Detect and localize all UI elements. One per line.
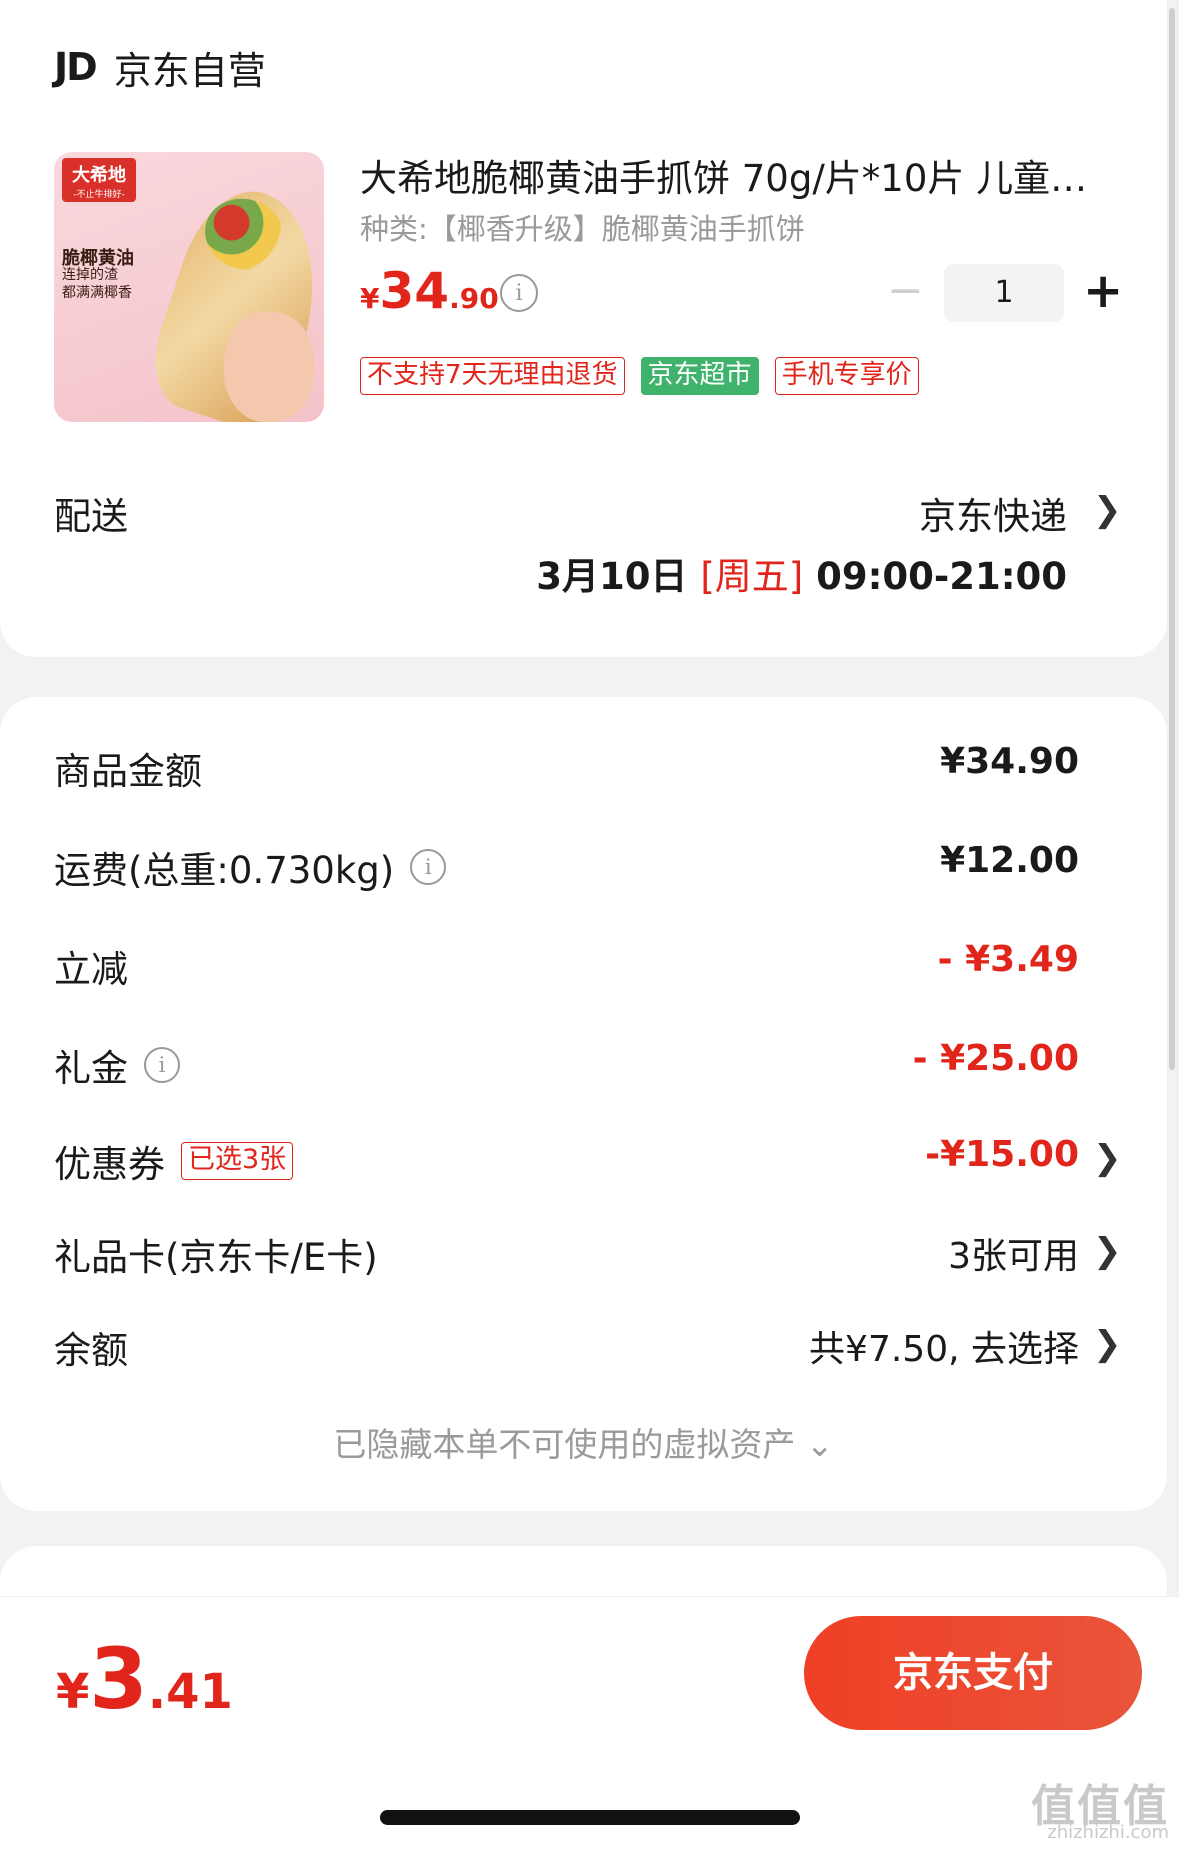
freight-row: 运费(总重:0.730kg) i ¥12.00	[54, 840, 1179, 900]
discount-row: 立减 - ¥3.49	[54, 939, 1179, 999]
shipping-label: 配送	[54, 495, 128, 538]
hidden-assets-toggle[interactable]: 已隐藏本单不可使用的虚拟资产 ⌄	[0, 1418, 1167, 1466]
image-caption-text: 连掉的渣 都满满椰香	[62, 266, 132, 302]
product-variant[interactable]: 种类:【椰香升级】脆椰黄油手抓饼	[360, 206, 805, 248]
gift-card-chevron-icon[interactable]: ❯	[1093, 1231, 1122, 1271]
image-caption-line2: 都满满椰香	[62, 285, 132, 301]
freight-value: ¥12.00	[940, 840, 1079, 881]
gift-money-label-wrap: 礼金 i	[54, 1038, 180, 1092]
home-indicator[interactable]	[380, 1810, 800, 1825]
gift-money-value: - ¥25.00	[912, 1038, 1079, 1079]
gift-money-info-icon[interactable]: i	[144, 1047, 180, 1083]
image-caption-line1: 连掉的渣	[62, 267, 118, 283]
quantity-increase-button[interactable]: +	[1083, 262, 1123, 322]
shipping-time-range: 09:00-21:00	[816, 555, 1067, 598]
product-image[interactable]: 大希地 -不止牛排好- 脆椰黄油 连掉的渣 都满满椰香	[54, 152, 324, 422]
gift-card-label: 礼品卡(京东卡/E卡)	[54, 1236, 378, 1279]
shipping-time[interactable]: 3月10日 [周五] 09:00-21:00	[536, 546, 1067, 600]
jd-supermarket-tag: 京东超市	[640, 357, 759, 395]
jd-logo: JD	[54, 45, 98, 89]
hand-illustration	[224, 312, 314, 422]
price-integer: 34	[379, 262, 450, 320]
jd-pay-button[interactable]: 京东支付	[804, 1616, 1142, 1730]
gift-card-row[interactable]: 礼品卡(京东卡/E卡) 3张可用 ❯	[54, 1227, 1179, 1287]
watermark-url: zhizhizhi.com	[1047, 1822, 1169, 1843]
quantity-field[interactable]: 1	[944, 264, 1064, 322]
shipping-date: 3月10日	[536, 555, 688, 598]
balance-value: 共¥7.50, 去选择	[809, 1329, 1079, 1370]
shipping-method[interactable]: 京东快递	[919, 486, 1067, 540]
balance-row[interactable]: 余额 共¥7.50, 去选择 ❯	[54, 1320, 1179, 1380]
no-return-tag: 不支持7天无理由退货	[360, 357, 625, 395]
coupon-chosen-badge: 已选3张	[181, 1142, 294, 1180]
coupon-row[interactable]: 优惠券 已选3张 -¥15.00 ❯	[54, 1134, 1179, 1194]
mobile-price-tag: 手机专享价	[774, 357, 919, 395]
coupon-chevron-icon[interactable]: ❯	[1093, 1138, 1122, 1178]
discount-value: - ¥3.49	[937, 939, 1079, 980]
coupon-value: -¥15.00	[925, 1134, 1079, 1175]
summary-card	[0, 697, 1167, 1511]
product-price: ¥ 34 .90	[360, 262, 499, 320]
price-currency: ¥	[360, 282, 380, 315]
product-title[interactable]: 大希地脆椰黄油手抓饼 70g/片*10片 儿童早餐	[360, 148, 1090, 202]
shipping-chevron-icon[interactable]: ❯	[1093, 490, 1122, 530]
price-decimal: .90	[449, 282, 499, 315]
quantity-decrease-button[interactable]: −	[887, 268, 924, 318]
price-info-icon[interactable]: i	[500, 274, 538, 312]
gift-money-label: 礼金	[54, 1047, 128, 1090]
total-decimal: .41	[147, 1664, 233, 1720]
shop-name: 京东自营	[113, 48, 266, 93]
total-price: ¥ 3 .41	[56, 1630, 233, 1728]
shop-header: JD 京东自营	[54, 40, 266, 94]
coupon-label: 优惠券	[54, 1143, 165, 1186]
goods-amount-value: ¥34.90	[940, 741, 1079, 782]
discount-label: 立减	[54, 948, 128, 991]
goods-amount-row: 商品金额 ¥34.90	[54, 741, 1179, 801]
total-currency: ¥	[56, 1664, 90, 1720]
scrollbar[interactable]	[1169, 8, 1175, 1070]
freight-info-icon[interactable]: i	[410, 849, 447, 885]
brand-tag-text: 大希地	[72, 165, 126, 186]
shipping-weekday: [周五]	[700, 555, 804, 598]
product-tags: 不支持7天无理由退货 京东超市 手机专享价	[360, 357, 919, 395]
freight-label: 运费(总重:0.730kg)	[54, 849, 395, 892]
goods-amount-label: 商品金额	[54, 750, 202, 793]
brand-tag: 大希地 -不止牛排好-	[62, 158, 136, 202]
total-integer: 3	[89, 1630, 148, 1728]
balance-chevron-icon[interactable]: ❯	[1093, 1324, 1122, 1364]
balance-label: 余额	[54, 1329, 128, 1372]
brand-tag-sub: -不止牛排好-	[73, 190, 125, 200]
coupon-label-wrap: 优惠券 已选3张	[54, 1134, 294, 1188]
gift-money-row: 礼金 i - ¥25.00	[54, 1038, 1179, 1098]
freight-label-wrap: 运费(总重:0.730kg) i	[54, 840, 447, 894]
gift-card-value: 3张可用	[948, 1236, 1079, 1277]
